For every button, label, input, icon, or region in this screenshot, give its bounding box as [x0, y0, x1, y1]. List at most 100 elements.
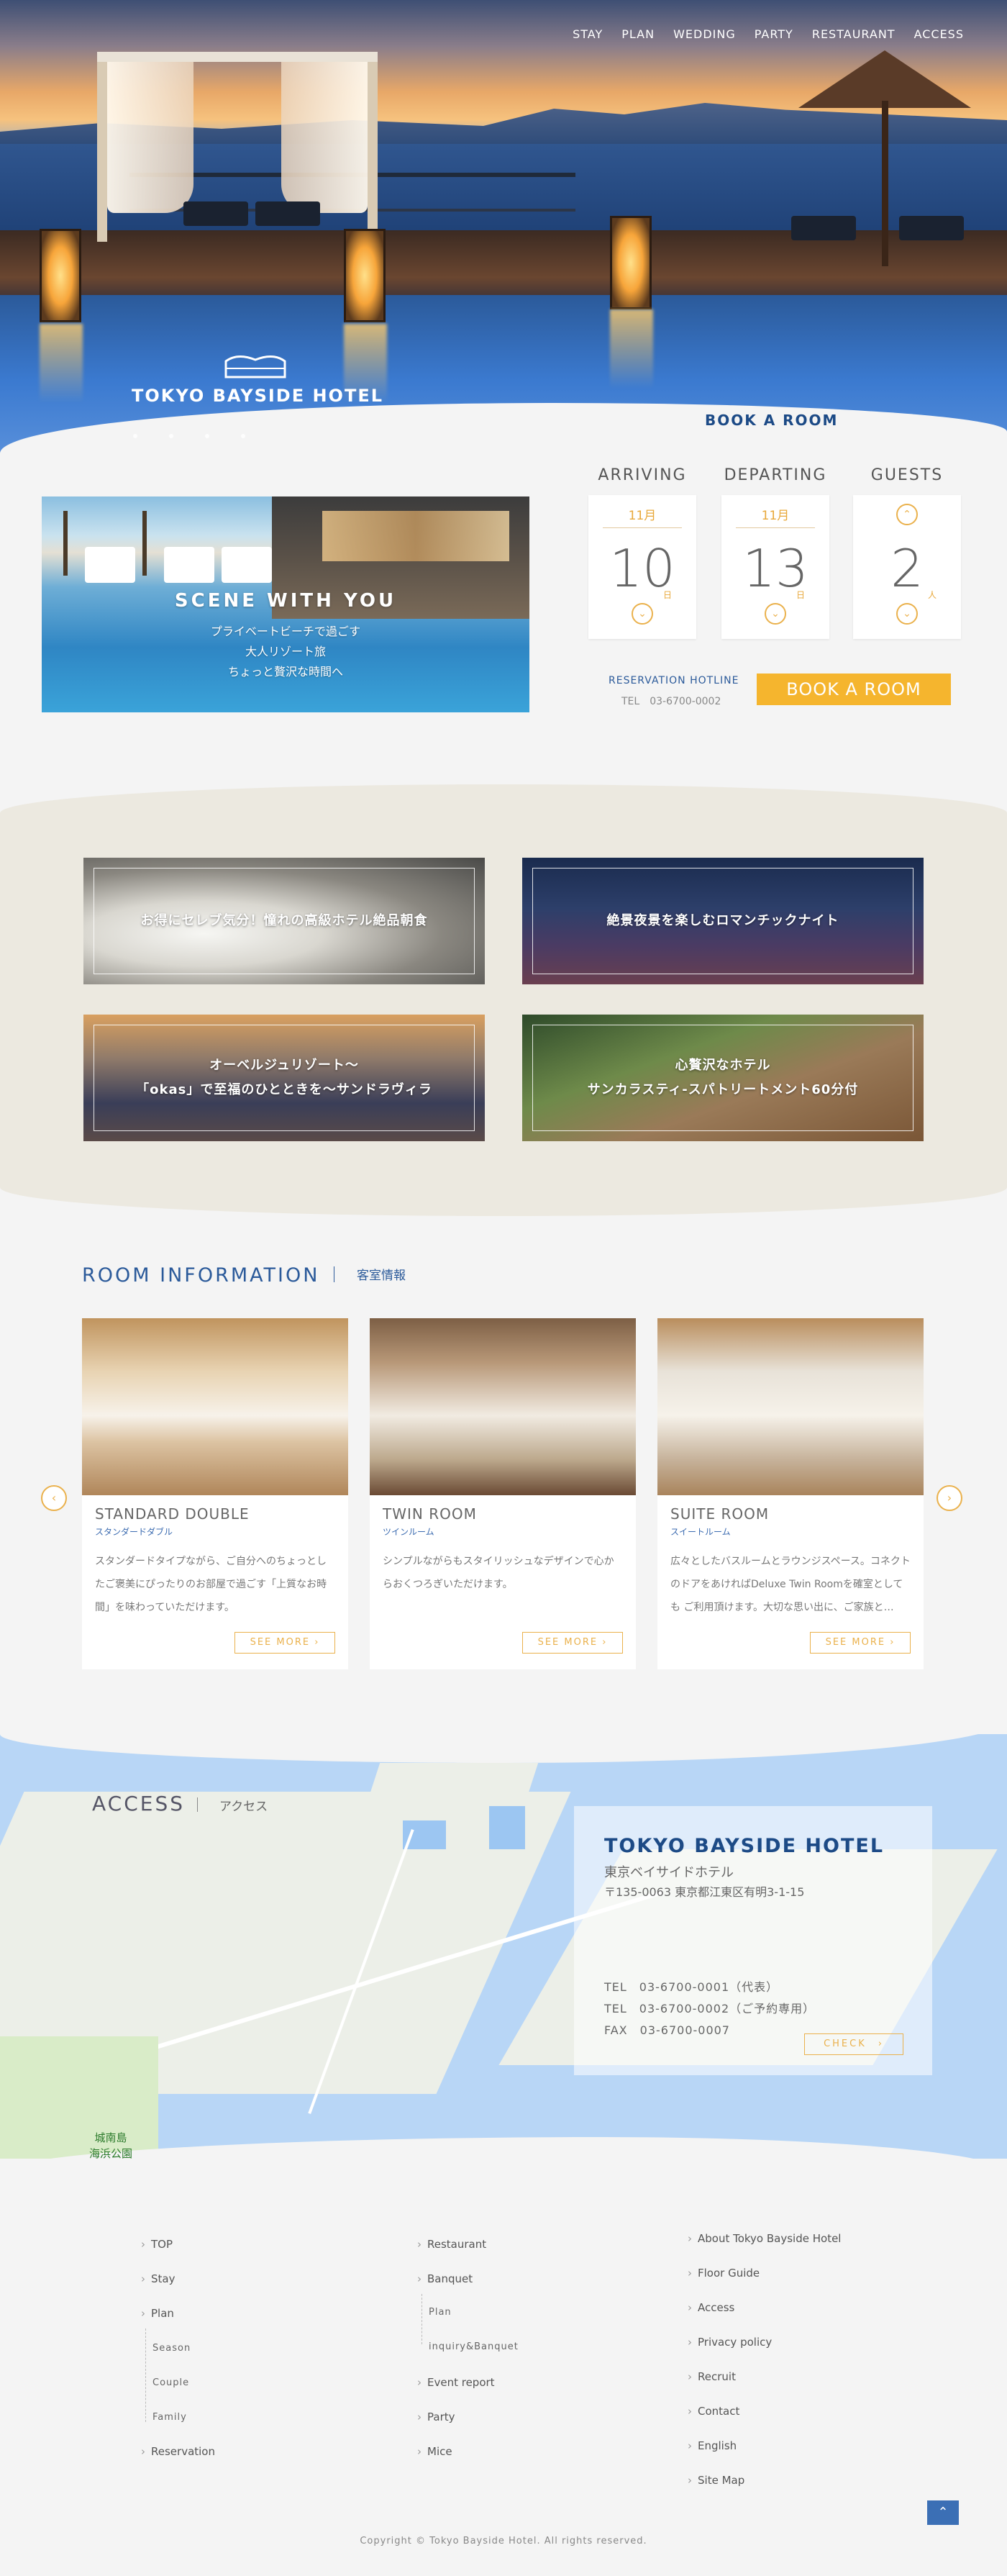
footer-link-party[interactable]: › Party: [417, 2411, 455, 2423]
slider-dot[interactable]: [241, 434, 245, 438]
footer-link-stay[interactable]: › Stay: [141, 2272, 175, 2285]
departing-date-picker[interactable]: 11月 13 日 ⌄: [721, 495, 829, 639]
arriving-label: ARRIVING: [598, 466, 687, 484]
room-card-standard-double[interactable]: STANDARD DOUBLE スタンダードダブル スタンダードタイプながら、ご…: [82, 1318, 348, 1669]
hotel-logo-text[interactable]: TOKYO BAYSIDE HOTEL: [128, 386, 387, 406]
room-name: TWIN ROOM: [383, 1505, 477, 1523]
promo-card-spa[interactable]: 心贅沢なホテル サンカラスティ-スパトリートメント60分付: [522, 1015, 924, 1141]
hero-lounger: [183, 201, 248, 226]
slider-dot[interactable]: [133, 434, 137, 438]
scene-title: SCENE WITH YOU: [174, 590, 397, 612]
chevron-down-icon[interactable]: ⌄: [765, 603, 786, 625]
promo-title: 心贅沢なホテル サンカラスティ-スパトリートメント60分付: [587, 1058, 859, 1097]
reservation-hotline-number[interactable]: TEL 03-6700-0002: [621, 694, 721, 708]
promo-card-breakfast[interactable]: お得にセレブ気分！憧れの高級ホテル絶品朝食: [83, 858, 485, 984]
footer-link-season[interactable]: Season: [152, 2343, 191, 2354]
footer-link-inquiry[interactable]: inquiry&Banquet: [429, 2341, 519, 2352]
promo-title: 絶景夜景を楽しむロマンチックナイト: [606, 913, 839, 928]
footer-link-english[interactable]: › English: [688, 2439, 737, 2452]
chevron-down-icon[interactable]: ⌄: [896, 603, 918, 625]
room-name: SUITE ROOM: [670, 1505, 770, 1523]
hotel-logo-icon[interactable]: [223, 351, 288, 380]
hotel-name-jp: 東京ベイサイドホテル: [604, 1865, 734, 1880]
check-map-button[interactable]: CHECK ›: [804, 2033, 903, 2055]
page: STAY PLAN WEDDING PARTY RESTAURANT ACCES…: [0, 0, 1007, 2576]
nav-item-party[interactable]: PARTY: [755, 27, 793, 41]
scene-building-lights: [322, 511, 509, 561]
see-more-button[interactable]: SEE MORE ›: [810, 1632, 911, 1654]
park-label-line: 海浜公園: [89, 2147, 133, 2160]
footer-link-reservation[interactable]: › Reservation: [141, 2445, 215, 2458]
chevron-right-icon: ›: [141, 2272, 145, 2285]
chevron-right-icon: ›: [417, 2272, 422, 2285]
chevron-right-icon: ›: [688, 2474, 692, 2487]
slider-dot[interactable]: [169, 434, 173, 438]
footer-link-about[interactable]: › About Tokyo Bayside Hotel: [688, 2232, 841, 2245]
carousel-next-icon[interactable]: ›: [937, 1485, 962, 1511]
book-room-link[interactable]: BOOK A ROOM: [705, 412, 838, 429]
room-photo: [657, 1318, 924, 1495]
nav-item-wedding[interactable]: WEDDING: [673, 27, 736, 41]
chevron-right-icon: ›: [141, 2238, 145, 2251]
chevron-right-icon: ›: [417, 2411, 422, 2423]
carousel-prev-icon[interactable]: ‹: [41, 1485, 67, 1511]
footer-link-top[interactable]: › TOP: [141, 2238, 173, 2251]
nav-item-plan[interactable]: PLAN: [621, 27, 655, 41]
chevron-right-icon: ›: [688, 2336, 692, 2349]
scene-with-you-banner[interactable]: SCENE WITH YOU プライベートビーチで過ごす 大人リゾート旅 ちょっ…: [42, 496, 529, 712]
nav-item-restaurant[interactable]: RESTAURANT: [812, 27, 896, 41]
scene-caption: SCENE WITH YOU プライベートビーチで過ごす 大人リゾート旅 ちょっ…: [42, 590, 529, 682]
room-card-twin[interactable]: TWIN ROOM ツインルーム シンプルながらもスタイリッシュなデザインで心か…: [370, 1318, 636, 1669]
footer-link-banquet[interactable]: › Banquet: [417, 2272, 473, 2285]
chevron-right-icon: ›: [141, 2445, 145, 2458]
footer-link-access[interactable]: › Access: [688, 2301, 734, 2314]
park-label-line: 城南島: [94, 2131, 127, 2144]
chevron-right-icon: ›: [688, 2301, 692, 2314]
footer-link-recruit[interactable]: › Recruit: [688, 2370, 736, 2383]
palm-tree-icon: [63, 511, 68, 576]
hero-lantern: [610, 216, 652, 309]
tel-reservation[interactable]: TEL 03-6700-0002（ご予約専用）: [604, 1999, 815, 2016]
arriving-date-picker[interactable]: 11月 10 日 ⌄: [588, 495, 696, 639]
scene-line: プライベートビーチで過ごす: [210, 625, 361, 638]
promo-card-night[interactable]: 絶景夜景を楽しむロマンチックナイト: [522, 858, 924, 984]
footer-link-family[interactable]: Family: [152, 2412, 187, 2423]
fax-number: FAX 03-6700-0007: [604, 2023, 730, 2037]
footer-link-event-report[interactable]: › Event report: [417, 2376, 495, 2389]
hero-lounger: [791, 216, 856, 240]
guests-stepper[interactable]: ⌃ 2 人 ⌄: [853, 495, 961, 639]
hero-lounger: [255, 201, 320, 226]
see-more-button[interactable]: SEE MORE ›: [234, 1632, 335, 1654]
scene-cabana: [222, 547, 272, 583]
chevron-right-icon: ›: [417, 2376, 422, 2389]
footer-link-mice[interactable]: › Mice: [417, 2445, 452, 2458]
footer-link-plan[interactable]: › Plan: [141, 2307, 174, 2320]
copyright: Copyright © Tokyo Bayside Hotel. All rig…: [360, 2536, 647, 2546]
room-card-suite[interactable]: SUITE ROOM スイートルーム 広々としたバスルームとラウンジスペース。コ…: [657, 1318, 924, 1669]
main-nav: STAY PLAN WEDDING PARTY RESTAURANT ACCES…: [573, 27, 964, 41]
palm-tree-icon: [142, 511, 147, 576]
footer-link-couple[interactable]: Couple: [152, 2377, 189, 2388]
room-section-subtitle: 客室情報: [357, 1269, 406, 1283]
hero-umbrella-pole: [882, 101, 888, 266]
chevron-up-icon[interactable]: ⌃: [896, 504, 918, 525]
departing-unit: 日: [796, 590, 806, 600]
hero-banner: STAY PLAN WEDDING PARTY RESTAURANT ACCES…: [0, 0, 1007, 461]
book-room-button[interactable]: BOOK A ROOM: [757, 674, 951, 705]
footer-link-privacy[interactable]: › Privacy policy: [688, 2336, 772, 2349]
chevron-down-icon[interactable]: ⌄: [632, 603, 653, 625]
nav-item-access[interactable]: ACCESS: [914, 27, 964, 41]
departing-label: DEPARTING: [724, 466, 827, 484]
footer-link-sitemap[interactable]: › Site Map: [688, 2474, 744, 2487]
back-to-top-icon[interactable]: ⌃: [927, 2500, 959, 2525]
tel-main[interactable]: TEL 03-6700-0001（代表）: [604, 1977, 778, 1995]
footer-link-banquet-plan[interactable]: Plan: [429, 2307, 452, 2318]
footer-link-contact[interactable]: › Contact: [688, 2405, 739, 2418]
nav-item-stay[interactable]: STAY: [573, 27, 603, 41]
chevron-right-icon: ›: [688, 2370, 692, 2383]
footer-link-restaurant[interactable]: › Restaurant: [417, 2238, 486, 2251]
see-more-button[interactable]: SEE MORE ›: [522, 1632, 623, 1654]
slider-dot[interactable]: [205, 434, 209, 438]
promo-card-auberge[interactable]: オーベルジュリゾート～ 「okas」で至福のひとときを～サンドラヴィラ: [83, 1015, 485, 1141]
footer-link-floor-guide[interactable]: › Floor Guide: [688, 2267, 760, 2280]
